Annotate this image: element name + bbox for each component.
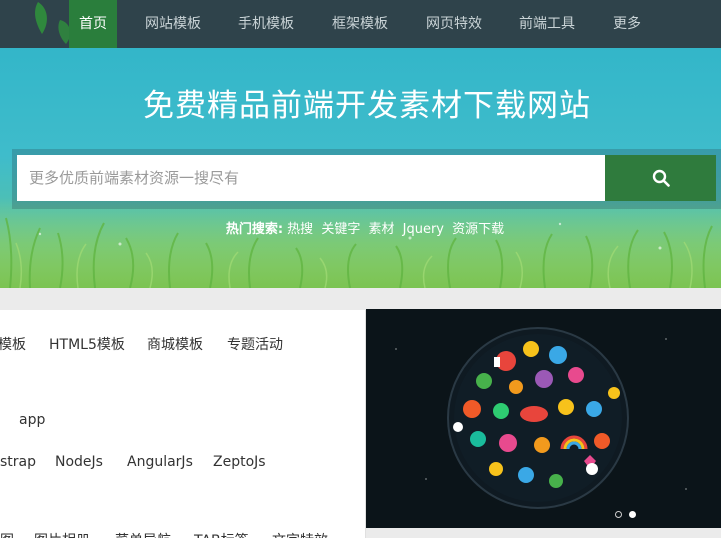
category-link[interactable]: strap [0,454,36,470]
nav-item-home[interactable]: 首页 [69,0,117,48]
search-input[interactable] [17,155,605,201]
category-link[interactable]: 商城模板 [147,334,203,354]
category-link[interactable]: TAB标签 [194,530,249,538]
search-icon [652,169,670,187]
hot-keyword[interactable]: 资源下载 [452,222,504,237]
category-link[interactable]: NodeJs [55,454,103,470]
nav-item-mobile-templates[interactable]: 手机模板 [238,0,294,48]
search-button[interactable] [605,155,716,201]
category-link[interactable]: 图 [0,530,14,538]
category-link[interactable]: 模板 [0,334,26,354]
nav-item-frontend-tools[interactable]: 前端工具 [519,0,575,48]
category-link[interactable]: ZeptoJs [213,454,266,470]
nav-item-framework-templates[interactable]: 框架模板 [332,0,388,48]
carousel-dot-active[interactable] [629,511,636,518]
banner-image[interactable] [366,309,721,528]
nav-item-website-templates[interactable]: 网站模板 [145,0,201,48]
hot-searches: 热门搜索: 热搜 关键字 素材 Jquery 资源下载 [0,218,721,237]
category-link[interactable]: HTML5模板 [49,334,125,354]
top-navigation: 首页 网站模板 手机模板 框架模板 网页特效 前端工具 更多 [0,0,721,48]
category-panel: 模板 HTML5模板 商城模板 专题活动 app strap NodeJs An… [0,310,366,538]
category-link[interactable]: 菜单导航 [115,530,171,538]
banner-carousel [366,309,721,528]
category-link[interactable]: 专题活动 [227,334,283,354]
hot-keyword[interactable]: 关键字 [321,222,360,237]
hero-title: 免费精品前端开发素材下载网站 [143,88,591,124]
category-link[interactable]: 文字特效 [272,530,328,538]
hot-keyword[interactable]: 素材 [368,222,394,237]
category-link[interactable]: 图片相册 [34,530,90,538]
hot-search-label: 热门搜索: [225,222,284,237]
category-link[interactable]: app [19,412,45,428]
nav-item-web-effects[interactable]: 网页特效 [426,0,482,48]
nav-item-more[interactable]: 更多 [613,0,641,48]
hot-keyword[interactable]: Jquery [403,222,444,237]
carousel-dot[interactable] [615,511,622,518]
hero-banner: 免费精品前端开发素材下载网站 热门搜索: 热搜 关键字 素材 Jquery 资源… [0,48,721,288]
hot-keyword[interactable]: 热搜 [287,222,313,237]
category-link[interactable]: AngularJs [127,454,193,470]
